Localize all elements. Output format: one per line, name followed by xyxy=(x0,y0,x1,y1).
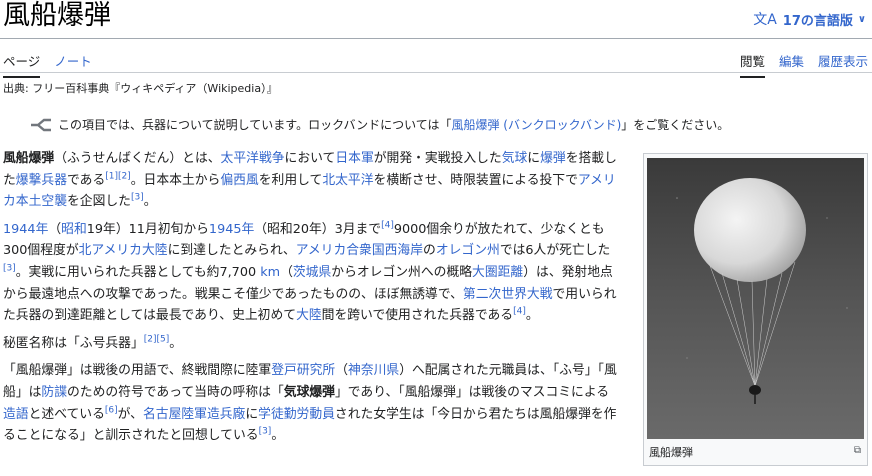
paragraph-3: 秘匿名称は「ふ号兵器」[2][5]。 xyxy=(3,334,183,351)
article-body: 風船爆弾（ふうせんばくだん）とは、太平洋戦争において日本軍が開発・実戦投入した気… xyxy=(3,148,621,453)
tab-talk[interactable]: ノート xyxy=(54,51,92,78)
infobox: 風船爆弾 ⧉ xyxy=(643,153,868,466)
disambiguation-icon xyxy=(31,118,51,131)
hatnote: この項目では、兵器について説明しています。ロックバンドについては「 風船爆弾 (… xyxy=(30,116,729,133)
tab-read[interactable]: 閲覧 xyxy=(739,51,765,78)
infobox-image[interactable] xyxy=(647,158,864,439)
infobox-caption: 風船爆弾 xyxy=(649,446,693,459)
namespace-tabs: ページ ノート xyxy=(3,51,92,78)
hatnote-link[interactable]: 風船爆弾 (バンクロックバンド) xyxy=(451,116,621,133)
paragraph-2: 1944年（昭和19年）11月初旬から1945年（昭和20年）3月まで[4]90… xyxy=(3,220,617,324)
translate-icon: 文A xyxy=(753,12,777,28)
language-button[interactable]: 文A 17の言語版 ∨ xyxy=(753,9,866,29)
chevron-down-icon: ∨ xyxy=(857,13,866,25)
tab-history[interactable]: 履歴表示 xyxy=(818,51,868,78)
hatnote-text-after: 」をご覧ください。 xyxy=(621,118,730,132)
view-tabs: 閲覧 編集 履歴表示 xyxy=(739,51,868,78)
title-divider xyxy=(0,38,872,39)
source-note: 出典: フリー百科事典『ウィキペディア（Wikipedia）』 xyxy=(3,82,278,95)
tab-edit[interactable]: 編集 xyxy=(779,51,804,78)
language-button-label: 17の言語版 xyxy=(782,13,853,29)
paragraph-4: 「風船爆弾」は戦後の用語で、終戦間際に陸軍登戸研究所（神奈川県）へ配属された元職… xyxy=(3,363,617,444)
hatnote-text-before: この項目では、兵器について説明しています。ロックバンドについては「 xyxy=(58,118,452,132)
enlarge-icon[interactable]: ⧉ xyxy=(854,445,861,456)
tabs-divider xyxy=(0,72,872,73)
tab-page[interactable]: ページ xyxy=(3,51,41,78)
paragraph-1: 風船爆弾（ふうせんばくだん）とは、太平洋戦争において日本軍が開発・実戦投入した気… xyxy=(3,151,617,210)
balloon-photo-icon xyxy=(647,158,864,439)
page-title: 風船爆弾 xyxy=(3,0,111,31)
